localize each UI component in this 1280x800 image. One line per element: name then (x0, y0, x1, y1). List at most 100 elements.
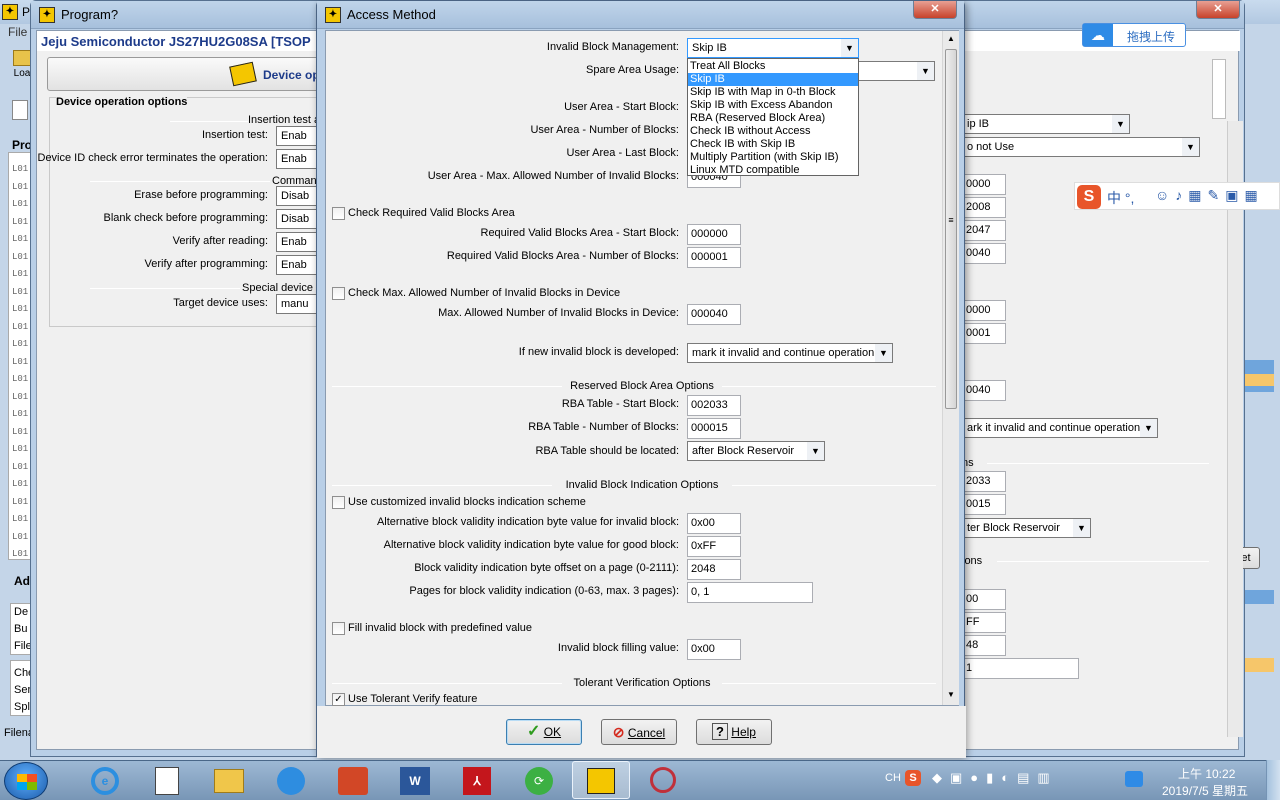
explorer-taskbar-icon[interactable] (200, 761, 258, 799)
programmer-taskbar-icon[interactable] (572, 761, 630, 799)
bg-value-field[interactable]: 0040 (962, 380, 1006, 401)
chip-icon (229, 61, 257, 87)
chip-icon (587, 768, 615, 794)
divider (332, 386, 562, 387)
ad-item[interactable]: Bu (14, 621, 31, 638)
dropdown-option[interactable]: Skip IB (688, 73, 858, 86)
fill-value-field[interactable]: 0x00 (687, 639, 741, 660)
dialog-scrollbar[interactable]: ▲ ≡ ▼ (942, 31, 959, 705)
alt-good-label: Alternative block validity indication by… (383, 539, 679, 551)
tool-taskbar-icon[interactable] (634, 761, 692, 799)
cancel-button[interactable]: ⊘ Cancel (601, 719, 677, 745)
bg-value-field[interactable]: 0001 (962, 323, 1006, 344)
bg-value-field[interactable]: 0040 (962, 243, 1006, 264)
bg-value-field[interactable]: 2033 (962, 471, 1006, 492)
pages-field[interactable]: 0, 1 (687, 582, 813, 603)
ad-item[interactable]: File (14, 638, 32, 655)
chevron-down-icon: ▼ (875, 344, 892, 362)
ch-item[interactable]: Che (14, 665, 34, 682)
scroll-up-icon[interactable]: ▲ (943, 31, 959, 47)
use-tolerant-checkbox[interactable]: ✓ (332, 693, 345, 706)
new-invalid-select[interactable]: mark it invalid and continue operation ▼ (687, 343, 893, 363)
sync-taskbar-icon[interactable]: ⟳ (510, 761, 568, 799)
rba-number-field[interactable]: 000015 (687, 418, 741, 439)
language-indicator[interactable]: CH (885, 772, 901, 784)
ad-item[interactable]: De (14, 604, 31, 621)
right-panel-frame (1212, 59, 1226, 119)
rba-start-field[interactable]: 002033 (687, 395, 741, 416)
bg-value-field[interactable]: FF (962, 612, 1006, 633)
device-operation-button[interactable]: Device op (47, 57, 327, 91)
scroll-down-icon[interactable]: ▼ (943, 687, 959, 703)
dropdown-option[interactable]: Multiply Partition (with Skip IB) (688, 151, 858, 164)
bg-scrollbar[interactable] (1227, 121, 1243, 737)
dropdown-option[interactable]: Linux MTD compatible (688, 164, 858, 177)
bg-value-field[interactable]: 0000 (962, 300, 1006, 321)
bg-invalid-block-select[interactable]: ip IB ▼ (962, 114, 1130, 134)
rba-located-select[interactable]: after Block Reservoir ▼ (687, 441, 825, 461)
bg-value-field[interactable]: 0000 (962, 174, 1006, 195)
pdf-taskbar-icon[interactable]: ⅄ (448, 761, 506, 799)
dialog-close-button[interactable]: ✕ (913, 1, 957, 19)
dropdown-option[interactable]: Skip IB with Excess Abandon (688, 99, 858, 112)
baidu-upload-label: 拖拽上传 (1127, 30, 1176, 44)
dropdown-option[interactable]: Treat All Blocks (688, 60, 858, 73)
start-button[interactable] (4, 762, 48, 800)
req-number-field[interactable]: 000001 (687, 247, 741, 268)
spare-area-usage-label: Spare Area Usage: (586, 64, 679, 76)
check-max-checkbox[interactable] (332, 287, 345, 300)
fill-invalid-checkbox[interactable] (332, 622, 345, 635)
alt-good-field[interactable]: 0xFF (687, 536, 741, 557)
invalid-block-mgmt-dropdown[interactable]: Treat All Blocks Skip IB Skip IB with Map … (687, 58, 859, 176)
use-custom-checkbox[interactable] (332, 496, 345, 509)
cancel-icon: ⊘ (612, 724, 625, 740)
chevron-down-icon: ▼ (1073, 519, 1090, 537)
magnifier-icon (650, 767, 676, 793)
bg-rba-locate-select[interactable]: ter Block Reservoir ▼ (962, 518, 1091, 538)
rba-start-label: RBA Table - Start Block: (561, 398, 679, 410)
dropdown-option[interactable]: Check IB with Skip IB (688, 138, 858, 151)
alt-invalid-field[interactable]: 0x00 (687, 513, 741, 534)
bg-new-invalid-select[interactable]: ark it invalid and continue operation ▼ (962, 418, 1158, 438)
feishu-taskbar-icon[interactable] (262, 761, 320, 799)
ok-button[interactable]: ✓ OK (506, 719, 582, 745)
bg-value-field[interactable]: 2008 (962, 197, 1006, 218)
word-taskbar-icon[interactable]: W (386, 761, 444, 799)
folder-icon (214, 769, 244, 793)
bg-value-field[interactable]: 0015 (962, 494, 1006, 515)
tray-icons[interactable]: ◆▣●▮◐▤▥ (932, 770, 1058, 786)
bg-option-label: Device ID check error terminates the ope… (37, 152, 269, 164)
dropdown-option[interactable]: RBA (Reserved Block Area) (688, 112, 858, 125)
ch-item[interactable]: Ser (14, 682, 31, 699)
dropdown-option[interactable]: Check IB without Access (688, 125, 858, 138)
check-required-checkbox[interactable] (332, 207, 345, 220)
cloud-tray-icon[interactable] (1125, 771, 1143, 787)
req-start-field[interactable]: 000000 (687, 224, 741, 245)
clock-date[interactable]: 2019/7/5 星期五 (1162, 782, 1248, 799)
powerpoint-taskbar-icon[interactable] (324, 761, 382, 799)
help-label: Help (731, 725, 756, 739)
bg-value-field[interactable]: 00 (962, 589, 1006, 610)
ime-toolbar[interactable]: S 中 °, ☺♪▦✎▣▦ (1074, 182, 1280, 210)
dropdown-option[interactable]: Skip IB with Map in 0-th Block (688, 86, 858, 99)
word-icon: W (400, 767, 430, 795)
sogou-tray-icon[interactable]: S (905, 770, 921, 786)
bg-spare-area-select[interactable]: o not Use ▼ (962, 137, 1200, 157)
clock-time[interactable]: 上午 10:22 (1178, 765, 1235, 782)
file-menu[interactable]: File (8, 25, 27, 39)
ch-item[interactable]: Spl (14, 699, 31, 716)
program-close-button[interactable]: ✕ (1196, 1, 1240, 19)
baidu-upload-widget[interactable]: ☁ 拖拽上传 (1082, 23, 1186, 47)
show-desktop-button[interactable] (1266, 760, 1280, 800)
invalid-block-mgmt-select[interactable]: Skip IB ▼ (687, 38, 859, 58)
document-icon[interactable] (12, 100, 28, 120)
scroll-thumb[interactable]: ≡ (945, 49, 957, 409)
max-allowed-field[interactable]: 000040 (687, 304, 741, 325)
bg-value-field[interactable]: 48 (962, 635, 1006, 656)
help-button[interactable]: ? Help (696, 719, 772, 745)
bg-value-field[interactable]: 1 (962, 658, 1079, 679)
notepad-taskbar-icon[interactable] (138, 761, 196, 799)
bg-value-field[interactable]: 2047 (962, 220, 1006, 241)
byte-offset-field[interactable]: 2048 (687, 559, 741, 580)
ie-taskbar-icon[interactable]: e (76, 761, 134, 799)
